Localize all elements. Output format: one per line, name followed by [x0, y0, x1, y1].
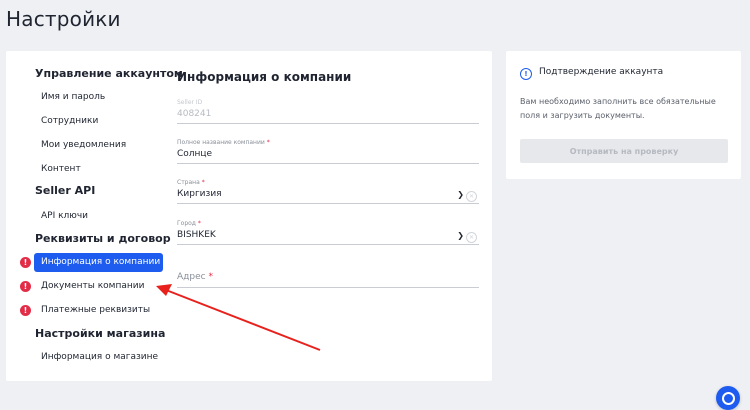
company-name-field[interactable]: Полное название компании * Солнце — [177, 139, 479, 164]
seller-id-value: 408241 — [177, 109, 212, 119]
sidebar-item-notifications[interactable]: Мои уведомления — [34, 136, 163, 155]
submit-for-review-button[interactable]: Отправить на проверку — [520, 139, 728, 163]
country-value[interactable]: Киргизия — [177, 189, 479, 199]
sidebar-item-company-documents[interactable]: Документы компании — [34, 277, 163, 296]
alert-icon: ! — [20, 305, 31, 316]
chevron-down-icon[interactable]: ❯ — [457, 190, 464, 199]
chat-icon[interactable] — [716, 386, 740, 410]
seller-id-label: Seller ID — [177, 99, 203, 106]
clear-icon[interactable]: ✕ — [466, 232, 477, 243]
alert-icon: ! — [20, 257, 31, 268]
section-title-store-settings: Настройки магазина — [35, 327, 166, 340]
sidebar-item-store-info[interactable]: Информация о магазине — [34, 348, 163, 367]
alert-icon: ! — [20, 281, 31, 292]
chevron-down-icon[interactable]: ❯ — [457, 231, 464, 240]
sidebar-item-content[interactable]: Контент — [34, 160, 163, 179]
sidebar-item-company-info[interactable]: Информация о компании — [34, 253, 163, 272]
address-placeholder[interactable]: Адрес * — [177, 272, 479, 282]
verification-card: ! Подтверждение аккаунта Вам необходимо … — [506, 51, 741, 179]
form-title: Информация о компании — [177, 70, 352, 84]
seller-id-field: Seller ID 408241 — [177, 99, 479, 124]
page-title: Настройки — [6, 7, 121, 31]
section-title-requisites: Реквизиты и договор — [35, 232, 171, 245]
city-label: Город * — [177, 220, 201, 227]
city-value[interactable]: BISHKEK — [177, 230, 479, 240]
country-label: Страна * — [177, 179, 205, 186]
company-name-label: Полное название компании * — [177, 139, 270, 146]
info-icon: ! — [520, 68, 532, 80]
sidebar-item-api-keys[interactable]: API ключи — [34, 207, 163, 226]
address-input[interactable]: Адрес * — [177, 272, 479, 288]
sidebar-item-employees[interactable]: Сотрудники — [34, 112, 163, 131]
main-card: Управление аккаунтом Имя и пароль Сотруд… — [6, 51, 492, 381]
city-select[interactable]: Город * BISHKEK ❯ ✕ — [177, 220, 479, 245]
sidebar-item-payment-details[interactable]: Платежные реквизиты — [34, 301, 163, 320]
country-select[interactable]: Страна * Киргизия ❯ ✕ — [177, 179, 479, 204]
verification-text: Вам необходимо заполнить все обязательны… — [520, 97, 716, 120]
section-title-seller-api: Seller API — [35, 184, 96, 197]
sidebar-item-name-password[interactable]: Имя и пароль — [34, 88, 163, 107]
section-title-account: Управление аккаунтом — [35, 67, 183, 80]
verification-title: Подтверждение аккаунта — [539, 67, 664, 77]
company-name-value[interactable]: Солнце — [177, 149, 479, 159]
clear-icon[interactable]: ✕ — [466, 191, 477, 202]
